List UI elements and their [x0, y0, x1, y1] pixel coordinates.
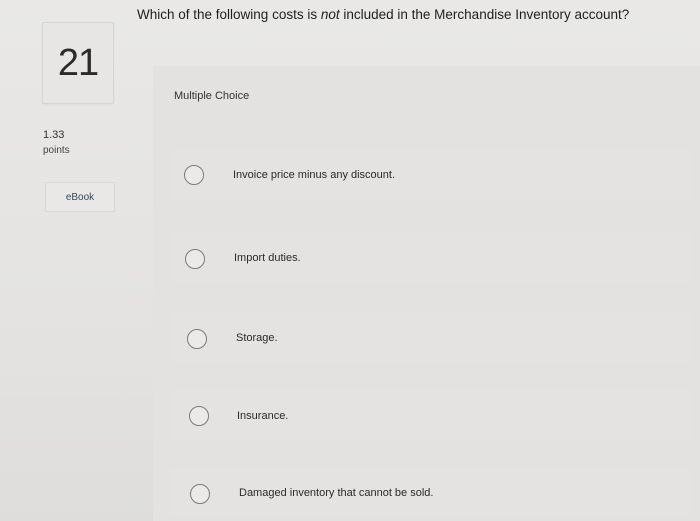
- question-prompt-after: included in the Merchandise Inventory ac…: [339, 7, 630, 22]
- answer-option[interactable]: Import duties.: [170, 233, 690, 283]
- radio-button[interactable]: [189, 406, 209, 426]
- answer-option-label: Storage.: [236, 332, 278, 344]
- answer-option[interactable]: Invoice price minus any discount.: [170, 150, 690, 200]
- question-type-label: Multiple Choice: [174, 90, 250, 102]
- answer-option[interactable]: Storage.: [170, 313, 690, 363]
- question-prompt-before: Which of the following costs is: [137, 7, 321, 22]
- question-number: 21: [57, 41, 99, 84]
- radio-button[interactable]: [190, 484, 210, 504]
- ebook-button-label: eBook: [65, 191, 95, 203]
- question-prompt-emphasis: not: [320, 7, 340, 22]
- question-sidebar: 21 1.33 points eBook: [0, 0, 130, 521]
- answer-area: [153, 66, 700, 521]
- answer-option[interactable]: Insurance.: [170, 390, 690, 440]
- question-prompt: Which of the following costs is not incl…: [137, 7, 629, 22]
- answer-option-label: Insurance.: [237, 410, 289, 422]
- answer-option-label: Invoice price minus any discount.: [233, 169, 396, 181]
- answer-option[interactable]: Damaged inventory that cannot be sold.: [170, 467, 690, 517]
- answer-option-label: Import duties.: [234, 252, 301, 264]
- answer-option-label: Damaged inventory that cannot be sold.: [239, 487, 434, 499]
- radio-button[interactable]: [185, 249, 205, 269]
- radio-button[interactable]: [184, 165, 204, 185]
- radio-button[interactable]: [187, 329, 207, 349]
- quiz-page: 21 1.33 points eBook Which of the follow…: [0, 0, 700, 521]
- question-number-box: 21: [42, 22, 114, 104]
- ebook-button[interactable]: eBook: [45, 182, 115, 212]
- points-value: 1.33: [43, 129, 65, 141]
- points-label: points: [43, 145, 70, 156]
